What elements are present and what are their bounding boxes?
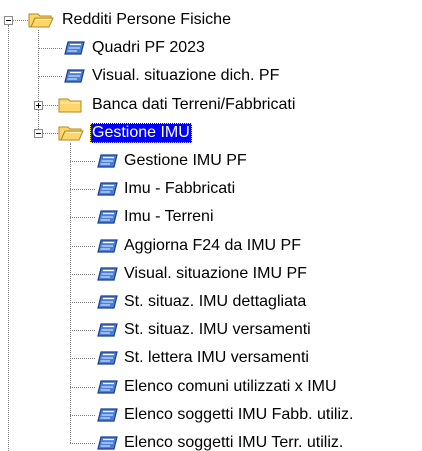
tree-node-imu-terreni-label[interactable]: Imu - Terreni [122,207,216,227]
tree-node-gestione-imu-expander[interactable] [33,128,43,138]
tree-node-st-situaz-imu-dettagliata-label[interactable]: St. situaz. IMU dettagliata [122,292,308,312]
folder-open-icon-svg [28,13,54,28]
tree-node-visual-situazione-imu-pf-connector [70,274,95,275]
tree-node-visual-situazione-dich-pf-connector [38,76,62,77]
tree-node-aggiorna-f24-da-imu-pf-label[interactable]: Aggiorna F24 da IMU PF [122,236,303,256]
tree-node-redditi-persone-fisiche-label[interactable]: Redditi Persone Fisiche [60,10,233,30]
tree-node-elenco-soggetti-imu-terr-utiliz-connector [70,443,95,444]
tree-node-banca-dati-terreni-fabbricati-label[interactable]: Banca dati Terreni/Fabbricati [90,95,297,115]
level2-vertical-line [70,143,71,443]
program-icon-svg [97,295,118,309]
program-icon [95,151,121,176]
tree-node-st-situaz-imu-versamenti-label[interactable]: St. situaz. IMU versamenti [122,320,313,340]
tree-node-elenco-soggetti-imu-terr-utiliz-label[interactable]: Elenco soggetti IMU Terr. utiliz. [122,433,345,451]
program-icon [95,292,121,317]
program-icon-svg [64,41,85,55]
program-icon [62,66,88,91]
tree-node-st-lettera-imu-versamenti-connector [70,358,95,359]
folder-open-icon [58,123,84,148]
program-icon-svg [97,210,118,224]
program-icon [95,377,121,402]
tree-node-imu-fabbricati-label[interactable]: Imu - Fabbricati [122,179,237,199]
tree-node-gestione-imu-pf-connector [70,161,95,162]
program-icon [62,38,88,63]
tree-node-st-situaz-imu-versamenti-connector [70,330,95,331]
tree-node-st-lettera-imu-versamenti-label[interactable]: St. lettera IMU versamenti [122,348,311,368]
tree-node-elenco-comuni-utilizzati-x-imu-label[interactable]: Elenco comuni utilizzati x IMU [122,377,339,397]
program-icon-svg [97,436,118,450]
tree-node-imu-fabbricati-connector [70,189,95,190]
program-icon [95,207,121,232]
program-icon-svg [64,69,85,83]
program-icon-svg [97,182,118,196]
program-icon-svg [97,323,118,337]
tree-node-elenco-soggetti-imu-fabb-utiliz-connector [70,415,95,416]
tree-node-visual-situazione-imu-pf-label[interactable]: Visual. situazione IMU PF [122,264,309,284]
folder-closed-icon [58,95,84,120]
program-icon [95,236,121,261]
plus-sign-vertical [37,102,39,108]
folder-open-icon-svg [58,126,84,141]
tree-node-quadri-pf-2023-label[interactable]: Quadri PF 2023 [90,38,207,58]
tree-node-elenco-comuni-utilizzati-x-imu-connector [70,387,95,388]
program-icon [95,264,121,289]
program-icon-svg [97,408,118,422]
program-icon-svg [97,380,118,394]
program-icon-svg [97,154,118,168]
tree-node-gestione-imu-pf-label[interactable]: Gestione IMU PF [122,151,249,171]
program-icon [95,405,121,430]
minus-sign [35,132,41,134]
tree-node-quadri-pf-2023-connector [38,48,62,49]
program-icon [95,179,121,204]
tree-node-visual-situazione-dich-pf-label[interactable]: Visual. situazione dich. PF [90,66,281,86]
menu-tree: Redditi Persone Fisiche Quadri PF 2023 V… [0,0,422,451]
root-vertical-line [8,25,9,451]
minus-sign [5,19,11,21]
tree-node-st-situaz-imu-dettagliata-connector [70,302,95,303]
program-icon-svg [97,351,118,365]
tree-node-banca-dati-terreni-fabbricati-expander[interactable] [33,100,43,110]
root-expander[interactable] [3,15,13,25]
program-icon-svg [97,239,118,253]
program-icon [95,433,121,451]
tree-node-aggiorna-f24-da-imu-pf-connector [70,246,95,247]
level1-vertical-line [38,30,39,133]
program-icon [95,348,121,373]
program-icon [95,320,121,345]
tree-node-elenco-soggetti-imu-fabb-utiliz-label[interactable]: Elenco soggetti IMU Fabb. utiliz. [122,405,355,425]
program-icon-svg [97,267,118,281]
folder-closed-icon-svg [58,98,82,113]
tree-node-gestione-imu-label[interactable]: Gestione IMU [90,123,192,143]
tree-node-imu-terreni-connector [70,217,95,218]
folder-open-icon [28,10,54,35]
